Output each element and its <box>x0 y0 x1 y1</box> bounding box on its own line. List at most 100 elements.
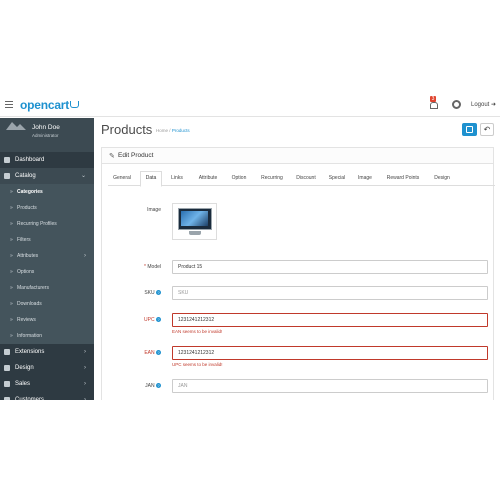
sidebar-subitem-label: Categories <box>17 189 43 195</box>
chevron-right-icon: » <box>10 285 13 291</box>
sidebar-subitem-information[interactable]: » Information <box>0 328 94 344</box>
chevron-right-icon: » <box>10 205 13 211</box>
monitor-icon <box>4 365 10 371</box>
logo-text: opencart <box>20 98 70 112</box>
user-icon <box>4 397 10 400</box>
sidebar-item-design[interactable]: Design › <box>0 360 94 376</box>
top-header: opencart 3 Logout ➜ <box>0 93 500 117</box>
tab-option[interactable]: Option <box>227 171 251 186</box>
tag-icon <box>4 173 10 179</box>
chevron-down-icon: ⌄ <box>80 173 86 179</box>
sidebar-subitem-options[interactable]: » Options <box>0 264 94 280</box>
sidebar-subitem-label: Recurring Profiles <box>17 221 57 227</box>
sidebar-subitem-label: Filters <box>17 237 31 243</box>
ean-label: EAN ? <box>101 350 161 356</box>
jan-input[interactable]: JAN <box>172 379 488 393</box>
back-button[interactable]: ↶ <box>480 123 494 136</box>
sidebar-item-label: Sales <box>15 381 31 387</box>
breadcrumb-current[interactable]: Products <box>172 128 190 133</box>
user-role: Administrator <box>32 133 59 138</box>
jan-label-text: JAN <box>145 383 155 389</box>
logout-link[interactable]: Logout ➜ <box>471 101 496 108</box>
breadcrumb-home[interactable]: Home <box>156 128 168 133</box>
sidebar-subitem-downloads[interactable]: » Downloads <box>0 296 94 312</box>
tab-design[interactable]: Design <box>430 171 454 186</box>
pencil-icon: ✎ <box>109 153 115 160</box>
sidebar-subitem-recurring-profiles[interactable]: » Recurring Profiles <box>0 216 94 232</box>
save-button[interactable] <box>462 123 477 136</box>
sku-label-text: SKU <box>144 290 155 296</box>
model-input[interactable]: Product 15 <box>172 260 488 274</box>
sidebar-item-extensions[interactable]: Extensions › <box>0 344 94 360</box>
sidebar-subitem-categories[interactable]: » Categories <box>0 184 94 200</box>
chevron-right-icon: › <box>84 365 86 371</box>
sidebar-subitem-label: Products <box>17 205 37 211</box>
help-icon: ? <box>156 350 161 355</box>
notification-badge: 3 <box>430 96 436 102</box>
help-icon: ? <box>156 383 161 388</box>
tab-discount[interactable]: Discount <box>291 171 321 186</box>
ean-input[interactable]: 1231241212312 <box>172 346 488 360</box>
sidebar-item-label: Extensions <box>15 349 45 355</box>
tab-special[interactable]: Special <box>325 171 349 186</box>
sidebar-item-catalog[interactable]: Catalog ⌄ <box>0 168 94 184</box>
chevron-right-icon: › <box>84 349 86 355</box>
sidebar-item-dashboard[interactable]: Dashboard <box>0 152 94 168</box>
user-profile[interactable]: John Doe Administrator <box>0 118 94 152</box>
sidebar-subitem-label: Manufacturers <box>17 285 49 291</box>
sidebar-subitem-reviews[interactable]: » Reviews <box>0 312 94 328</box>
upc-label-text: UPC <box>144 317 155 323</box>
chevron-right-icon: › <box>84 381 86 387</box>
page-title: Products <box>101 122 153 137</box>
sidebar-item-sales[interactable]: Sales › <box>0 376 94 392</box>
sidebar-item-label: Design <box>15 365 34 371</box>
tab-data[interactable]: Data <box>140 171 162 187</box>
sidebar-item-label: Customers <box>15 397 45 400</box>
chevron-right-icon: » <box>10 333 13 339</box>
monitor-icon <box>178 208 212 230</box>
menu-toggle-icon[interactable] <box>5 101 13 109</box>
sidebar-subitem-manufacturers[interactable]: » Manufacturers <box>0 280 94 296</box>
tab-reward-points[interactable]: Reward Points <box>380 171 426 186</box>
sidebar-subitem-filters[interactable]: » Filters <box>0 232 94 248</box>
sidebar-subitem-label: Information <box>17 333 43 339</box>
image-label-text: Image <box>147 207 161 213</box>
sku-input[interactable]: SKU <box>172 286 488 300</box>
tab-recurring[interactable]: Recurring <box>256 171 288 186</box>
chevron-right-icon: » <box>10 301 13 307</box>
dashboard-icon <box>4 157 10 163</box>
chevron-right-icon: › <box>84 253 86 259</box>
tab-links[interactable]: Links <box>166 171 188 186</box>
puzzle-icon <box>4 349 10 355</box>
tab-attribute[interactable]: Attribute <box>192 171 224 186</box>
breadcrumb: Home / Products <box>156 128 190 133</box>
jan-label: JAN ? <box>101 383 161 389</box>
logo[interactable]: opencart <box>20 98 80 112</box>
product-image-thumbnail[interactable] <box>172 203 217 240</box>
ean-error: UPC seems to be invalid! <box>172 362 223 367</box>
chevron-right-icon: » <box>10 253 13 259</box>
tab-bar: General Data Links Attribute Option Recu… <box>108 171 495 187</box>
cart-icon <box>70 101 80 108</box>
upc-label: UPC ? <box>101 317 161 323</box>
panel-heading: ✎ Edit Product <box>102 148 493 164</box>
sidebar-subitem-attributes[interactable]: » Attributes › <box>0 248 94 264</box>
sidebar-item-customers[interactable]: Customers › <box>0 392 94 400</box>
tab-image[interactable]: Image <box>354 171 376 186</box>
upc-input[interactable]: 1231241212312 <box>172 313 488 327</box>
logout-label: Logout <box>471 102 490 108</box>
sidebar-item-label: Dashboard <box>15 157 45 163</box>
sidebar-subitem-label: Downloads <box>17 301 42 307</box>
reply-icon: ↶ <box>483 125 491 134</box>
tab-general[interactable]: General <box>108 171 136 186</box>
sidebar: John Doe Administrator Dashboard Catalog… <box>0 118 94 400</box>
chevron-right-icon: » <box>10 221 13 227</box>
logout-icon: ➜ <box>491 102 497 108</box>
sidebar-subitem-products[interactable]: » Products <box>0 200 94 216</box>
user-name: John Doe <box>32 124 60 131</box>
avatar <box>6 122 26 130</box>
upc-error: EAN seems to be invalid! <box>172 329 223 334</box>
chevron-right-icon: › <box>84 397 86 400</box>
help-icon[interactable] <box>452 100 461 109</box>
chevron-right-icon: » <box>10 237 13 243</box>
